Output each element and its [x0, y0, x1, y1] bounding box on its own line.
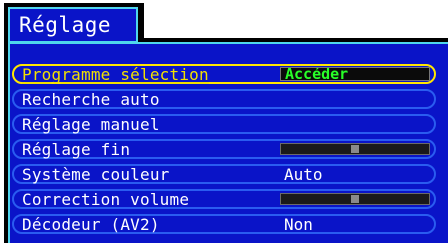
volume-correction-slider[interactable]: [280, 193, 430, 205]
menu-item-value: Auto: [284, 165, 323, 184]
access-action-button[interactable]: Accéder: [280, 67, 430, 81]
fine-tune-slider[interactable]: [280, 143, 430, 155]
menu-item-systeme-couleur[interactable]: Système couleur Auto: [12, 164, 436, 184]
menu-item-label: Décodeur (AV2): [22, 215, 160, 234]
slider-thumb[interactable]: [351, 145, 359, 153]
menu-item-correction-volume[interactable]: Correction volume: [12, 189, 436, 209]
menu-item-reglage-fin[interactable]: Réglage fin: [12, 139, 436, 159]
menu-item-label: Correction volume: [22, 190, 190, 209]
menu-item-label: Réglage manuel: [22, 115, 160, 134]
menu-item-value: Non: [284, 215, 313, 234]
menu-item-label: Programme sélection: [22, 65, 209, 84]
tv-osd-screen: Réglage Programme sélection Accéder Rech…: [0, 0, 448, 243]
menu-item-label: Système couleur: [22, 165, 170, 184]
menu-title: Réglage: [8, 7, 138, 43]
menu-item-label: Réglage fin: [22, 140, 131, 159]
menu-item-programme-selection[interactable]: Programme sélection Accéder: [12, 64, 436, 84]
menu-item-label: Recherche auto: [22, 90, 160, 109]
menu-item-decodeur-av2[interactable]: Décodeur (AV2) Non: [12, 214, 436, 234]
slider-thumb[interactable]: [351, 195, 359, 203]
menu-item-reglage-manuel[interactable]: Réglage manuel: [12, 114, 436, 134]
menu-item-recherche-auto[interactable]: Recherche auto: [12, 89, 436, 109]
